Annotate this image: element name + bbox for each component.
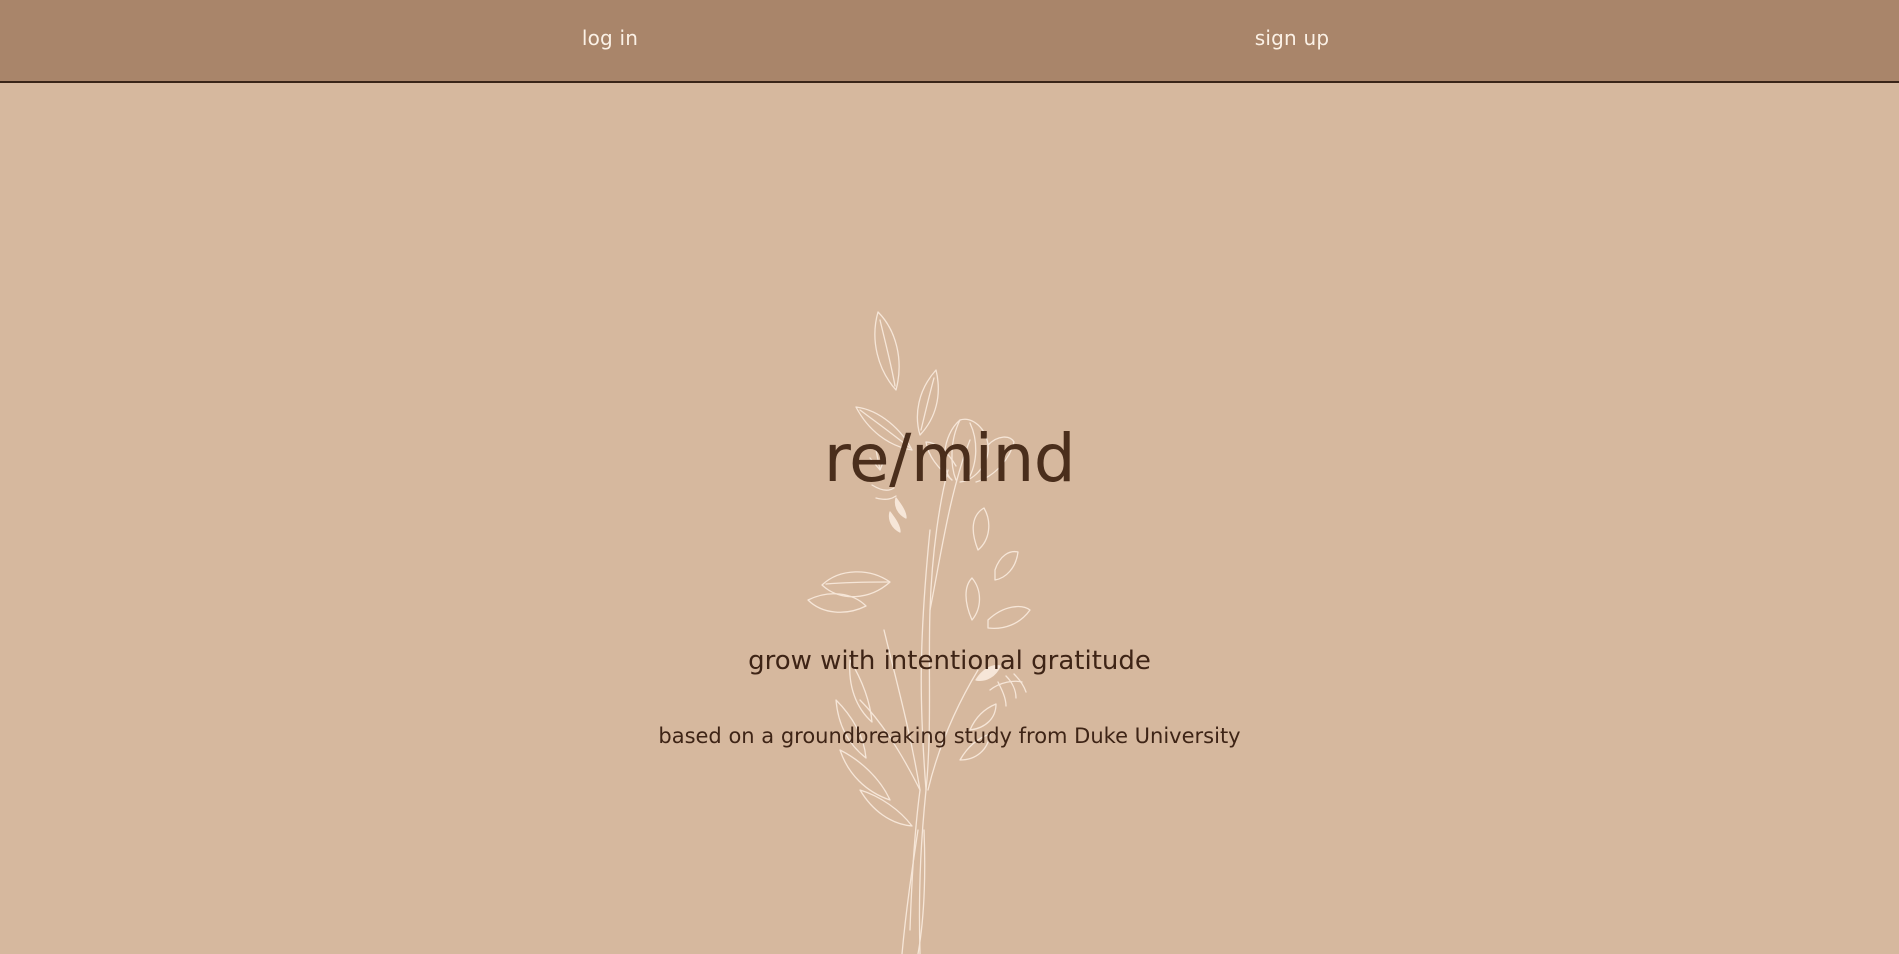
tagline: grow with intentional gratitude — [748, 646, 1151, 676]
signup-link[interactable]: sign up — [1255, 26, 1329, 50]
page-title: re/mind — [823, 420, 1076, 497]
botanical-line-art-icon — [807, 311, 1031, 954]
study-note: based on a groundbreaking study from Duk… — [658, 724, 1241, 748]
top-navbar: log in sign up — [0, 0, 1899, 83]
login-link[interactable]: log in — [582, 26, 638, 50]
